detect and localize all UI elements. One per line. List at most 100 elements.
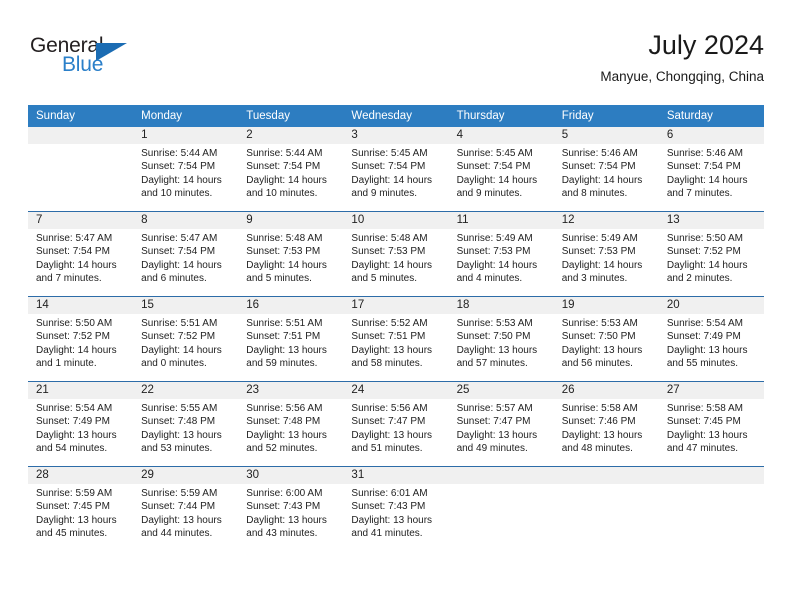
- sunrise-time: Sunrise: 5:56 AM: [246, 403, 323, 414]
- daylight-duration-line2: and 48 minutes.: [561, 443, 633, 455]
- calendar-day-cell[interactable]: 25 Sunrise: 5:57 AM Sunset: 7:47 PM Dayligh…: [448, 381, 554, 467]
- day-number: 24: [343, 382, 449, 399]
- day-details: Sunrise: 5:44 AM Sunset: 7:54 PM Daylight:…: [133, 144, 238, 201]
- daylight-duration-line2: and 45 minutes.: [36, 528, 108, 540]
- day-details: [449, 484, 554, 487]
- calendar-day-cell[interactable]: 9 Sunrise: 5:48 AM Sunset: 7:53 PM Daylight…: [238, 211, 344, 297]
- daylight-duration-line2: and 9 minutes.: [351, 188, 418, 200]
- day-cell-inner: 18 Sunrise: 5:53 AM Sunset: 7:50 PM Dayligh…: [448, 297, 554, 381]
- calendar-day-cell[interactable]: 23 Sunrise: 5:56 AM Sunset: 7:48 PM Dayligh…: [238, 381, 344, 467]
- daylight-duration-line1: Daylight: 13 hours: [666, 429, 748, 441]
- calendar-day-cell[interactable]: [448, 466, 554, 551]
- day-cell-inner: 13 Sunrise: 5:50 AM Sunset: 7:52 PM Dayligh…: [658, 212, 764, 296]
- weekday-header-friday: Friday: [553, 105, 659, 127]
- sunrise-time: Sunrise: 5:54 AM: [36, 403, 113, 414]
- daylight-duration-line1: Daylight: 14 hours: [456, 174, 538, 186]
- calendar-day-cell[interactable]: 24 Sunrise: 5:56 AM Sunset: 7:47 PM Dayligh…: [343, 381, 449, 467]
- calendar-week-row: 1 Sunrise: 5:44 AM Sunset: 7:54 PM Daylight…: [28, 127, 764, 212]
- sunrise-time: Sunrise: 5:44 AM: [246, 148, 323, 159]
- calendar-day-cell[interactable]: 5 Sunrise: 5:46 AM Sunset: 7:54 PM Daylight…: [553, 127, 659, 212]
- day-details: Sunrise: 5:58 AM Sunset: 7:45 PM Daylight:…: [659, 399, 764, 456]
- calendar-day-cell[interactable]: 21 Sunrise: 5:54 AM Sunset: 7:49 PM Dayligh…: [28, 381, 134, 467]
- day-details: [28, 144, 133, 147]
- calendar-day-cell[interactable]: 12 Sunrise: 5:49 AM Sunset: 7:53 PM Dayligh…: [553, 211, 659, 297]
- sunrise-time: Sunrise: 5:49 AM: [561, 233, 638, 244]
- calendar-day-cell[interactable]: [658, 466, 764, 551]
- daylight-duration-line1: Daylight: 14 hours: [666, 174, 748, 186]
- daylight-duration-line2: and 0 minutes.: [141, 358, 207, 370]
- day-cell-inner: [658, 467, 764, 551]
- calendar-day-cell[interactable]: 26 Sunrise: 5:58 AM Sunset: 7:46 PM Dayligh…: [553, 381, 659, 467]
- day-number: 13: [658, 212, 764, 229]
- sunset-time: Sunset: 7:51 PM: [246, 331, 321, 343]
- day-cell-inner: 30 Sunrise: 6:00 AM Sunset: 7:43 PM Dayligh…: [238, 467, 344, 551]
- day-number: 22: [133, 382, 239, 399]
- brand-logo[interactable]: General Blue: [30, 34, 210, 90]
- day-cell-inner: 16 Sunrise: 5:51 AM Sunset: 7:51 PM Dayligh…: [238, 297, 344, 381]
- calendar-day-cell[interactable]: 20 Sunrise: 5:54 AM Sunset: 7:49 PM Dayligh…: [658, 296, 764, 382]
- daylight-duration-line2: and 4 minutes.: [456, 273, 523, 285]
- day-number: 29: [133, 467, 239, 484]
- calendar-day-cell[interactable]: 31 Sunrise: 6:01 AM Sunset: 7:43 PM Dayligh…: [343, 466, 449, 551]
- calendar-day-cell[interactable]: 1 Sunrise: 5:44 AM Sunset: 7:54 PM Daylight…: [133, 127, 239, 212]
- sunset-time: Sunset: 7:53 PM: [456, 246, 531, 258]
- day-cell-inner: 11 Sunrise: 5:49 AM Sunset: 7:53 PM Dayligh…: [448, 212, 554, 296]
- sunrise-time: Sunrise: 5:50 AM: [666, 233, 743, 244]
- calendar-day-cell[interactable]: [28, 127, 134, 212]
- daylight-duration-line1: Daylight: 14 hours: [246, 174, 327, 186]
- calendar-day-cell[interactable]: 18 Sunrise: 5:53 AM Sunset: 7:50 PM Dayligh…: [448, 296, 554, 382]
- daylight-duration-line1: Daylight: 13 hours: [36, 429, 117, 441]
- daylight-duration-line1: Daylight: 14 hours: [351, 174, 433, 186]
- calendar-day-cell[interactable]: [553, 466, 659, 551]
- sunrise-time: Sunrise: 5:53 AM: [456, 318, 533, 329]
- calendar-day-cell[interactable]: 29 Sunrise: 5:59 AM Sunset: 7:44 PM Dayligh…: [133, 466, 239, 551]
- sunrise-time: Sunrise: 5:53 AM: [561, 318, 638, 329]
- calendar-day-cell[interactable]: 11 Sunrise: 5:49 AM Sunset: 7:53 PM Dayligh…: [448, 211, 554, 297]
- daylight-duration-line1: Daylight: 13 hours: [246, 429, 327, 441]
- calendar-day-cell[interactable]: 28 Sunrise: 5:59 AM Sunset: 7:45 PM Dayligh…: [28, 466, 134, 551]
- day-details: Sunrise: 5:51 AM Sunset: 7:52 PM Daylight:…: [133, 314, 238, 371]
- weekday-header-monday: Monday: [133, 105, 239, 127]
- day-details: Sunrise: 5:52 AM Sunset: 7:51 PM Daylight:…: [343, 314, 448, 371]
- sunrise-time: Sunrise: 6:00 AM: [246, 488, 323, 499]
- calendar-day-cell[interactable]: 6 Sunrise: 5:46 AM Sunset: 7:54 PM Daylight…: [658, 127, 764, 212]
- sunrise-time: Sunrise: 5:46 AM: [561, 148, 638, 159]
- daylight-duration-line2: and 57 minutes.: [456, 358, 528, 370]
- day-number: 1: [133, 127, 239, 144]
- day-cell-inner: 21 Sunrise: 5:54 AM Sunset: 7:49 PM Dayligh…: [28, 382, 134, 466]
- calendar-day-cell[interactable]: 14 Sunrise: 5:50 AM Sunset: 7:52 PM Dayligh…: [28, 296, 134, 382]
- calendar-day-cell[interactable]: 17 Sunrise: 5:52 AM Sunset: 7:51 PM Dayligh…: [343, 296, 449, 382]
- weekday-header-saturday: Saturday: [658, 105, 764, 127]
- daylight-duration-line1: Daylight: 13 hours: [561, 429, 643, 441]
- day-cell-inner: 25 Sunrise: 5:57 AM Sunset: 7:47 PM Dayligh…: [448, 382, 554, 466]
- sunset-time: Sunset: 7:45 PM: [666, 416, 741, 428]
- sunrise-time: Sunrise: 5:54 AM: [666, 318, 743, 329]
- calendar-day-cell[interactable]: 10 Sunrise: 5:48 AM Sunset: 7:53 PM Dayligh…: [343, 211, 449, 297]
- calendar-day-cell[interactable]: 13 Sunrise: 5:50 AM Sunset: 7:52 PM Dayligh…: [658, 211, 764, 297]
- calendar-day-cell[interactable]: 3 Sunrise: 5:45 AM Sunset: 7:54 PM Daylight…: [343, 127, 449, 212]
- calendar-day-cell[interactable]: 27 Sunrise: 5:58 AM Sunset: 7:45 PM Dayligh…: [658, 381, 764, 467]
- calendar-week-row: 28 Sunrise: 5:59 AM Sunset: 7:45 PM Dayligh…: [28, 466, 764, 551]
- day-number: 28: [28, 467, 134, 484]
- day-number: 30: [238, 467, 344, 484]
- calendar-day-cell[interactable]: 8 Sunrise: 5:47 AM Sunset: 7:54 PM Daylight…: [133, 211, 239, 297]
- calendar-day-cell[interactable]: 22 Sunrise: 5:55 AM Sunset: 7:48 PM Dayligh…: [133, 381, 239, 467]
- day-number: 27: [658, 382, 764, 399]
- calendar-day-cell[interactable]: 15 Sunrise: 5:51 AM Sunset: 7:52 PM Dayligh…: [133, 296, 239, 382]
- calendar-day-cell[interactable]: 2 Sunrise: 5:44 AM Sunset: 7:54 PM Daylight…: [238, 127, 344, 212]
- day-details: Sunrise: 5:45 AM Sunset: 7:54 PM Daylight:…: [449, 144, 554, 201]
- sunrise-time: Sunrise: 5:50 AM: [36, 318, 113, 329]
- day-number: [448, 467, 554, 484]
- sunset-time: Sunset: 7:43 PM: [351, 501, 426, 513]
- daylight-duration-line1: Daylight: 14 hours: [561, 174, 643, 186]
- daylight-duration-line1: Daylight: 14 hours: [141, 259, 222, 271]
- calendar-day-cell[interactable]: 7 Sunrise: 5:47 AM Sunset: 7:54 PM Daylight…: [28, 211, 134, 297]
- day-number: 2: [238, 127, 344, 144]
- day-details: Sunrise: 5:47 AM Sunset: 7:54 PM Daylight:…: [133, 229, 238, 286]
- daylight-duration-line1: Daylight: 13 hours: [351, 344, 433, 356]
- calendar-day-cell[interactable]: 19 Sunrise: 5:53 AM Sunset: 7:50 PM Dayligh…: [553, 296, 659, 382]
- calendar-day-cell[interactable]: 16 Sunrise: 5:51 AM Sunset: 7:51 PM Dayligh…: [238, 296, 344, 382]
- calendar-day-cell[interactable]: 4 Sunrise: 5:45 AM Sunset: 7:54 PM Daylight…: [448, 127, 554, 212]
- day-cell-inner: 8 Sunrise: 5:47 AM Sunset: 7:54 PM Daylight…: [133, 212, 239, 296]
- calendar-day-cell[interactable]: 30 Sunrise: 6:00 AM Sunset: 7:43 PM Dayligh…: [238, 466, 344, 551]
